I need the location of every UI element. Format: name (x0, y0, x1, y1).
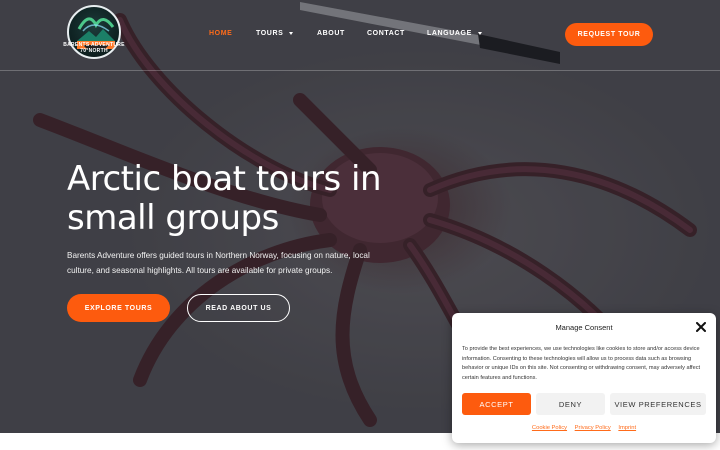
nav-home[interactable]: HOME (209, 30, 232, 37)
chevron-down-icon (289, 31, 294, 35)
nav-contact[interactable]: CONTACT (367, 30, 405, 37)
logo-text: BARENTS ADVENTURE 70°NORTH (63, 42, 125, 54)
cookie-policy-link[interactable]: Cookie Policy (532, 425, 567, 431)
consent-dialog: Manage Consent To provide the best exper… (452, 313, 716, 443)
nav-language[interactable]: LANGUAGE (427, 30, 482, 37)
chevron-down-icon (477, 31, 482, 35)
nav-tours[interactable]: TOURS (256, 30, 294, 37)
deny-button[interactable]: DENY (536, 393, 605, 415)
imprint-link[interactable]: Imprint (618, 425, 636, 431)
close-icon[interactable] (696, 322, 706, 332)
nav-language-label: LANGUAGE (427, 30, 472, 37)
accept-button[interactable]: ACCEPT (462, 393, 531, 415)
consent-body: To provide the best experiences, we use … (462, 346, 701, 381)
hero-intro: Barents Adventure offers guided tours in… (67, 251, 370, 275)
read-about-us-button[interactable]: READ ABOUT US (187, 294, 290, 322)
explore-tours-button[interactable]: EXPLORE TOURS (67, 294, 170, 322)
nav-tours-label: TOURS (256, 30, 284, 37)
privacy-policy-link[interactable]: Privacy Policy (575, 425, 611, 431)
consent-title: Manage Consent (555, 323, 613, 332)
consent-links: Cookie Policy Privacy Policy Imprint (452, 425, 716, 431)
view-preferences-button[interactable]: VIEW PREFERENCES (610, 393, 706, 415)
hero-headline: Arctic boat tours in small groups (67, 159, 382, 238)
header-divider (0, 70, 720, 71)
nav-about[interactable]: ABOUT (317, 30, 345, 37)
request-tour-button[interactable]: REQUEST TOUR (565, 23, 653, 46)
